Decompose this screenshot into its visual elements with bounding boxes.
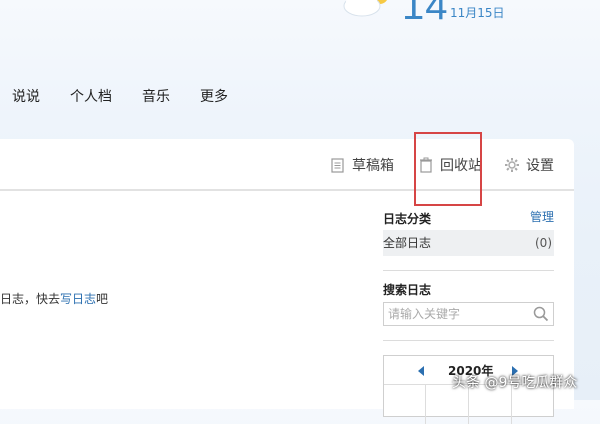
category-all-label: 全部日志: [383, 236, 432, 250]
gear-icon: [505, 158, 519, 172]
nav-item-music[interactable]: 音乐: [142, 86, 170, 108]
search-title: 搜索日志: [383, 283, 432, 297]
recycle-bin-highlight: [414, 132, 482, 206]
category-all-count: (0): [535, 236, 552, 250]
cloud-sun-icon: [343, 0, 387, 17]
nav-item-profile[interactable]: 个人档: [70, 86, 112, 108]
weather-date: 11月15日: [450, 6, 505, 20]
weather-day: 14: [402, 0, 449, 28]
search-box: [383, 302, 554, 326]
weather-widget: 14 11月15日: [340, 0, 600, 28]
manage-link[interactable]: 管理: [530, 208, 554, 225]
category-title: 日志分类: [383, 212, 432, 226]
calendar-grid-line: [425, 384, 426, 424]
nav-item-more[interactable]: 更多: [200, 86, 228, 108]
nav-item-shuoshuo[interactable]: 说说: [12, 86, 40, 108]
settings-button[interactable]: 设置: [504, 155, 554, 175]
blog-sidebar: 日志分类 管理 全部日志 (0) 搜索日志 2020年: [383, 208, 554, 424]
message-suffix: 吧: [96, 292, 109, 306]
blog-toolbar: 草稿箱 回收站 设置: [0, 139, 574, 191]
draft-label: 草稿箱: [352, 158, 394, 174]
main-nav: 说说 个人档 音乐 更多: [0, 86, 246, 108]
search-icon[interactable]: [533, 306, 549, 322]
watermark: 头条 @9号吃瓜群众: [452, 375, 578, 391]
calendar-prev-icon[interactable]: [418, 366, 424, 376]
settings-label: 设置: [526, 158, 554, 174]
divider: [383, 340, 554, 341]
divider: [383, 270, 554, 271]
draft-button[interactable]: 草稿箱: [330, 155, 394, 175]
draft-icon: [331, 158, 344, 173]
empty-blog-message: 日志，快去写日志吧: [0, 290, 108, 307]
write-blog-link[interactable]: 写日志: [60, 292, 96, 306]
message-prefix: 日志，快去: [0, 292, 61, 306]
category-all[interactable]: 全部日志 (0): [383, 230, 554, 256]
search-input[interactable]: [384, 303, 532, 325]
